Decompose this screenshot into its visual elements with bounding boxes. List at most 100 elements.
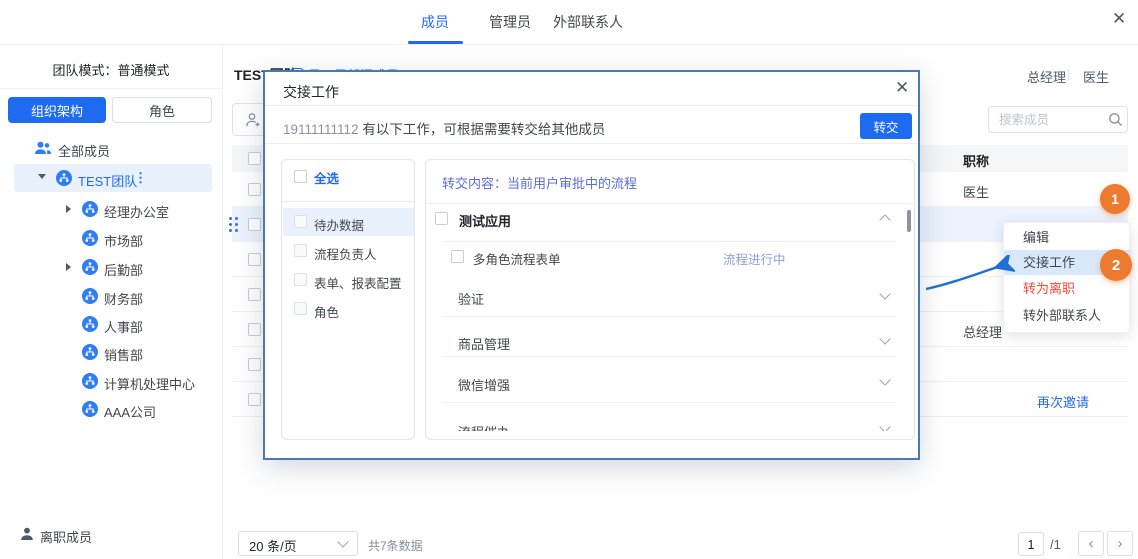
- row-divider: [442, 241, 896, 242]
- app-checkbox[interactable]: [435, 212, 448, 225]
- sidebar-item-dept[interactable]: 销售部: [104, 345, 143, 364]
- team-more-icon[interactable]: ⋮: [134, 170, 147, 186]
- tab-admins[interactable]: 管理员: [489, 12, 531, 32]
- step-badge-1: 1: [1100, 184, 1130, 214]
- invite-again-link[interactable]: 再次邀请: [1037, 392, 1089, 411]
- search-icon[interactable]: [1108, 112, 1123, 127]
- modal-header-divider: [265, 105, 918, 106]
- drag-handle-icon[interactable]: [229, 217, 232, 220]
- tab-external-contacts[interactable]: 外部联系人: [553, 12, 623, 32]
- sidebar-item-dept[interactable]: 人事部: [104, 317, 143, 336]
- role-button[interactable]: 角色: [112, 97, 212, 123]
- annotation-arrow: [915, 255, 1015, 300]
- tab-members[interactable]: 成员: [421, 12, 449, 32]
- form-checkbox[interactable]: [451, 250, 464, 263]
- org-structure-button[interactable]: 组织架构: [8, 97, 106, 123]
- sidebar-item-dept[interactable]: 经理办公室: [104, 202, 169, 221]
- caret-down-icon[interactable]: [38, 174, 46, 179]
- handover-work-modal: 交接工作 ✕ 19111111112 有以下工作，可根据需要转交给其他成员 转交…: [263, 70, 920, 460]
- team-avatar-icon: [56, 170, 72, 186]
- modal-subject-line: 19111111112 有以下工作，可根据需要转交给其他成员: [283, 118, 605, 138]
- category-role[interactable]: 角色: [314, 302, 339, 321]
- total-count-label: 共7条数据: [368, 537, 423, 554]
- job-title-header: 职称: [963, 151, 989, 170]
- role-tag-doctor[interactable]: 医生: [1083, 67, 1109, 86]
- caret-right-icon[interactable]: [66, 205, 71, 213]
- sidebar-item-resigned-members[interactable]: 离职成员: [40, 527, 92, 546]
- chevron-down-icon[interactable]: [879, 333, 890, 344]
- modal-body-divider: [265, 143, 918, 144]
- sidebar-item-dept[interactable]: 市场部: [104, 231, 143, 250]
- form-status: 流程进行中: [723, 249, 786, 268]
- menu-item-edit[interactable]: 编辑: [1004, 225, 1131, 250]
- sidebar-item-test-team[interactable]: TEST团队: [78, 171, 137, 190]
- menu-item-to-external-contact[interactable]: 转外部联系人: [1004, 303, 1131, 328]
- row-checkbox[interactable]: [248, 358, 261, 371]
- sidebar-item-dept[interactable]: 计算机处理中心: [104, 374, 195, 393]
- role-tag-general-manager[interactable]: 总经理: [1027, 67, 1066, 86]
- subject-text: 有以下工作，可根据需要转交给其他成员: [359, 122, 606, 137]
- sidebar-item-dept[interactable]: AAA公司: [104, 402, 156, 421]
- row-divider: [442, 316, 896, 317]
- chevron-down-icon[interactable]: [879, 421, 890, 431]
- next-page-button[interactable]: ›: [1107, 531, 1133, 556]
- search-input[interactable]: [988, 106, 1128, 133]
- row-checkbox[interactable]: [248, 288, 261, 301]
- category-form-report-config[interactable]: 表单、报表配置: [314, 273, 402, 292]
- category-process-owner[interactable]: 流程负责人: [314, 244, 377, 263]
- job-title-cell: 总经理: [963, 322, 1002, 341]
- all-members-icon: [34, 141, 52, 155]
- job-title-cell: 医生: [963, 182, 989, 201]
- scrollbar-thumb[interactable]: [907, 210, 911, 232]
- current-page-box[interactable]: 1: [1018, 532, 1044, 556]
- row-checkbox[interactable]: [248, 183, 261, 196]
- chevron-down-icon: [337, 536, 348, 547]
- group-title-validation: 验证: [458, 289, 484, 308]
- dept-avatar-icon: [82, 401, 98, 417]
- transfer-content-header: 转交内容：当前用户审批中的流程: [442, 173, 637, 192]
- category-checkbox[interactable]: [294, 302, 307, 315]
- step-badge-2: 2: [1100, 249, 1132, 281]
- resigned-person-icon: [20, 527, 34, 541]
- row-checkbox[interactable]: [248, 323, 261, 336]
- category-checkbox[interactable]: [294, 215, 307, 228]
- category-checkbox[interactable]: [294, 244, 307, 257]
- caret-right-icon[interactable]: [66, 263, 71, 271]
- role-tag-divider: [1068, 69, 1069, 81]
- dept-avatar-icon: [82, 230, 98, 246]
- app-name: 测试应用: [459, 211, 511, 230]
- sidebar-horizontal-divider: [0, 88, 222, 89]
- group-title-wechat-enhance: 微信增强: [458, 375, 510, 394]
- prev-page-button[interactable]: ‹: [1078, 531, 1104, 556]
- chevron-down-icon[interactable]: [879, 288, 890, 299]
- sidebar-item-dept[interactable]: 后勤部: [104, 260, 143, 279]
- group-title-process-reminder: 流程催办: [458, 422, 510, 431]
- row-checkbox[interactable]: [248, 393, 261, 406]
- row-divider: [442, 356, 896, 357]
- close-icon[interactable]: ✕: [1112, 11, 1126, 27]
- chevron-up-icon[interactable]: [879, 214, 890, 225]
- modal-title: 交接工作: [283, 82, 339, 102]
- sidebar-item-all-members[interactable]: 全部成员: [58, 141, 110, 160]
- select-all-checkbox[interactable]: [294, 170, 307, 183]
- total-pages-label: /1: [1050, 537, 1061, 552]
- row-checkbox[interactable]: [248, 253, 261, 266]
- chevron-down-icon[interactable]: [879, 374, 890, 385]
- dept-avatar-icon: [82, 344, 98, 360]
- row-checkbox[interactable]: [248, 218, 261, 231]
- subject-phone-number: 19111111112: [283, 122, 359, 137]
- sidebar-item-dept[interactable]: 财务部: [104, 289, 143, 308]
- dept-avatar-icon: [82, 373, 98, 389]
- dept-avatar-icon: [82, 288, 98, 304]
- category-panel: 全选 待办数据 流程负责人 表单、报表配置 角色: [281, 159, 415, 440]
- modal-close-icon[interactable]: ✕: [895, 80, 909, 96]
- select-all-label[interactable]: 全选: [314, 168, 339, 187]
- transfer-button[interactable]: 转交: [860, 113, 912, 139]
- page-size-select[interactable]: 20 条/页: [238, 531, 358, 556]
- category-checkbox[interactable]: [294, 273, 307, 286]
- panel-divider: [282, 201, 414, 202]
- team-mode-label: 团队模式：普通模式: [0, 60, 222, 79]
- select-all-checkbox[interactable]: [248, 152, 261, 165]
- member-management-page: 成员 管理员 外部联系人 ✕ 团队模式：普通模式 组织架构 角色 全部成员 TE…: [0, 0, 1138, 559]
- category-todo-data[interactable]: 待办数据: [314, 215, 364, 234]
